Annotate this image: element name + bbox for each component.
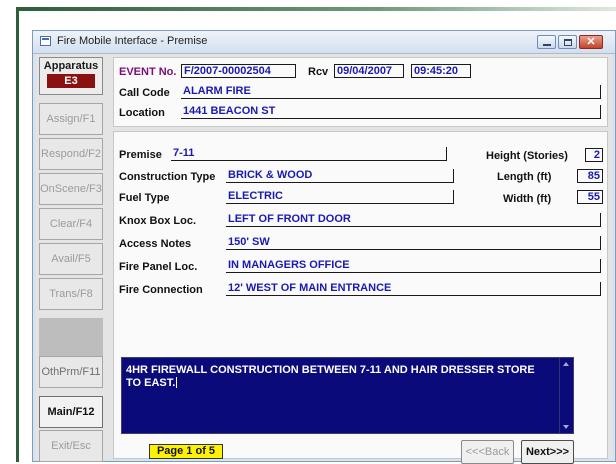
sidebar: Apparatus E3 Assign/F1 Respond/F2 OnScen… <box>36 54 107 462</box>
exit-button[interactable]: Exit/Esc <box>39 430 103 462</box>
assign-button[interactable]: Assign/F1 <box>39 103 103 135</box>
clear-button[interactable]: Clear/F4 <box>39 208 103 240</box>
apparatus-label: Apparatus <box>43 60 99 72</box>
maximize-button[interactable] <box>558 35 577 49</box>
close-icon: ✕ <box>586 36 596 48</box>
next-button[interactable]: Next>>> <box>521 440 574 464</box>
onscene-button[interactable]: OnScene/F3 <box>39 173 103 205</box>
rcv-label: Rcv <box>308 66 329 78</box>
call-code-label: Call Code <box>119 87 170 99</box>
window-title: Fire Mobile Interface - Premise <box>57 35 208 47</box>
app-window-icon <box>40 36 51 46</box>
close-button[interactable]: ✕ <box>579 35 603 49</box>
avail-button[interactable]: Avail/F5 <box>39 243 103 275</box>
knox-box-field[interactable]: LEFT OF FRONT DOOR <box>226 213 601 227</box>
location-label: Location <box>119 107 165 119</box>
event-no-label: EVENT No. <box>119 66 177 78</box>
respond-button[interactable]: Respond/F2 <box>39 138 103 170</box>
maximize-icon <box>564 39 572 46</box>
notes-text: 4HR FIREWALL CONSTRUCTION BETWEEN 7-11 A… <box>126 364 535 389</box>
minimize-icon <box>543 44 551 46</box>
back-button[interactable]: <<<Back <box>461 440 514 464</box>
construction-type-field[interactable]: BRICK & WOOD <box>226 169 454 183</box>
premise-window: Fire Mobile Interface - Premise ✕ Appara… <box>32 30 616 464</box>
access-notes-field[interactable]: 150' SW <box>226 236 601 250</box>
premise-label: Premise <box>119 149 162 161</box>
fuel-type-field[interactable]: ELECTRIC <box>226 190 454 204</box>
apparatus-id: E3 <box>47 74 95 88</box>
fire-panel-field[interactable]: IN MANAGERS OFFICE <box>226 259 601 273</box>
minimize-button[interactable] <box>537 35 556 49</box>
location-field[interactable]: 1441 BEACON ST <box>181 105 601 119</box>
rcv-time-field[interactable]: 09:45:20 <box>411 64 471 78</box>
height-field[interactable]: 2 <box>585 148 603 162</box>
rcv-date-field[interactable]: 09/04/2007 <box>334 64 404 78</box>
premise-field[interactable]: 7-11 <box>171 147 447 161</box>
scroll-down-arrow-icon[interactable] <box>563 425 569 429</box>
fire-connection-label: Fire Connection <box>119 284 203 296</box>
premise-notes-textarea[interactable]: 4HR FIREWALL CONSTRUCTION BETWEEN 7-11 A… <box>121 357 574 434</box>
event-no-field[interactable]: F/2007-00002504 <box>181 64 296 78</box>
call-code-field[interactable]: ALARM FIRE <box>181 85 601 99</box>
main-button[interactable]: Main/F12 <box>39 396 103 428</box>
length-field[interactable]: 85 <box>577 169 603 183</box>
width-label: Width (ft) <box>503 193 552 205</box>
outer-frame-top <box>16 7 616 11</box>
notes-scrollbar[interactable] <box>559 358 573 433</box>
outer-frame-left <box>16 7 19 462</box>
fire-panel-label: Fire Panel Loc. <box>119 261 198 273</box>
fuel-type-label: Fuel Type <box>119 192 170 204</box>
page-indicator: Page 1 of 5 <box>149 444 223 459</box>
length-label: Length (ft) <box>497 171 552 183</box>
access-notes-label: Access Notes <box>119 238 192 250</box>
scroll-up-arrow-icon[interactable] <box>563 362 569 366</box>
fire-connection-field[interactable]: 12' WEST OF MAIN ENTRANCE <box>226 282 601 296</box>
knox-box-label: Knox Box Loc. <box>119 215 197 227</box>
text-cursor <box>176 377 178 388</box>
trans-button[interactable]: Trans/F8 <box>39 278 103 310</box>
othprm-button[interactable]: OthPrm/F11 <box>39 356 103 388</box>
width-field[interactable]: 55 <box>577 190 603 204</box>
height-label: Height (Stories) <box>486 150 568 162</box>
event-panel: EVENT No. F/2007-00002504 Rcv 09/04/2007… <box>113 57 608 127</box>
title-bar[interactable]: Fire Mobile Interface - Premise ✕ <box>33 31 615 54</box>
construction-type-label: Construction Type <box>119 171 216 183</box>
client-area: Apparatus E3 Assign/F1 Respond/F2 OnScen… <box>36 54 612 464</box>
sidebar-spacer <box>39 318 103 356</box>
apparatus-box: Apparatus E3 <box>39 57 103 95</box>
